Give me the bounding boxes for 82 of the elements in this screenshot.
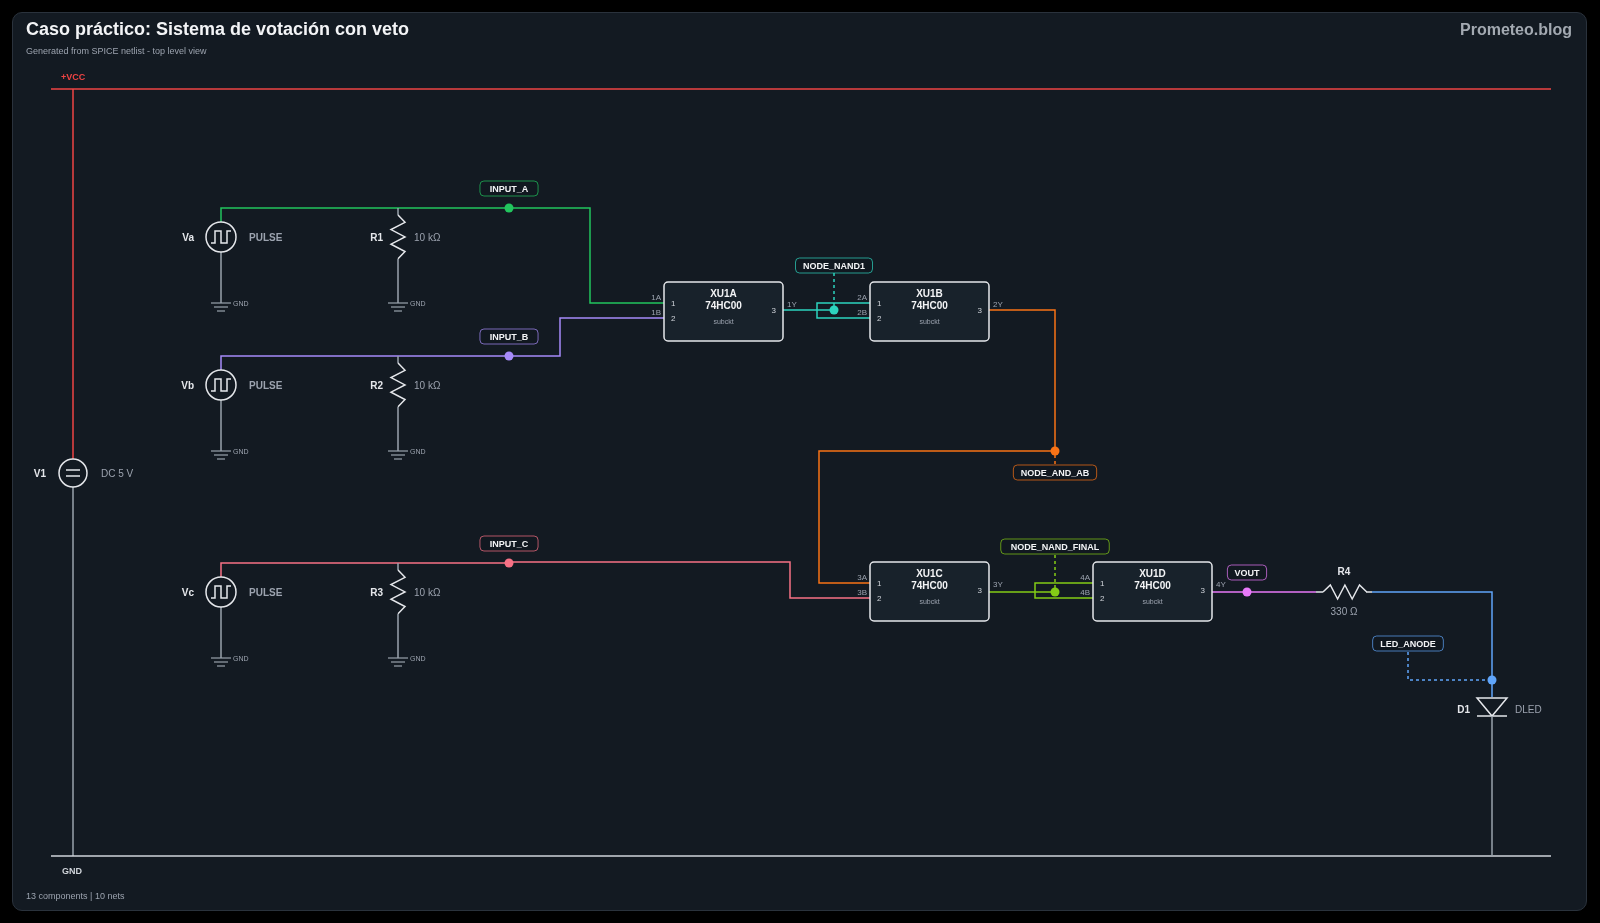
wire — [220, 251, 222, 304]
component-value: 10 kΩ — [414, 232, 441, 243]
wire — [220, 399, 222, 452]
pin-label: 2A — [857, 293, 867, 302]
ground-icon — [387, 657, 409, 667]
component-ref: D1 — [1457, 704, 1470, 715]
pin-number: 1 — [1100, 579, 1105, 588]
pin-number: 1 — [877, 299, 882, 308]
pin-label: 2Y — [993, 300, 1003, 309]
pin-label: 1A — [651, 293, 661, 302]
component-ref: Vb — [181, 380, 194, 391]
pin-label: 1B — [651, 308, 661, 317]
component-ref: R1 — [370, 232, 383, 243]
pin-number: 3 — [977, 586, 982, 595]
ground-icon — [210, 302, 232, 312]
component-ref: R4 — [1337, 566, 1351, 577]
net-label: INPUT_C — [479, 535, 539, 552]
gate-ref: XU1B — [916, 288, 943, 299]
resistor-symbol — [389, 214, 407, 260]
pin-number: 3 — [771, 306, 776, 315]
part-number: 74HC00 — [1134, 580, 1171, 591]
ground-icon — [210, 657, 232, 667]
component-value: DLED — [1515, 704, 1542, 715]
net-label: LED_ANODE — [1372, 635, 1444, 652]
component-value: PULSE — [249, 380, 283, 391]
ground-icon — [387, 302, 409, 312]
component-value: 10 kΩ — [414, 380, 441, 391]
pulse-source-symbol — [205, 221, 237, 253]
ground-icon — [387, 450, 409, 460]
pin-label: 4Y — [1216, 580, 1226, 589]
net-label: VOUT — [1226, 564, 1268, 581]
pin-label: 4B — [1080, 588, 1090, 597]
pulse-source-symbol — [205, 369, 237, 401]
pin-number: 2 — [671, 314, 676, 323]
part-number: 74HC00 — [911, 580, 948, 591]
component-value: PULSE — [249, 232, 283, 243]
pin-label: 4A — [1080, 573, 1090, 582]
component-value: PULSE — [249, 587, 283, 598]
part-number: 74HC00 — [911, 300, 948, 311]
pin-number: 3 — [1200, 586, 1205, 595]
pin-label: 3Y — [993, 580, 1003, 589]
subtitle: Generated from SPICE netlist - top level view — [26, 46, 208, 56]
gate-ref: XU1C — [916, 568, 943, 579]
dc-source-symbol — [58, 458, 88, 488]
net-label: NODE_NAND_FINAL — [1000, 538, 1110, 555]
component-ref: Vc — [181, 587, 194, 598]
resistor-symbol — [389, 362, 407, 408]
pin-label: 3B — [857, 588, 867, 597]
component-ref: Va — [182, 232, 194, 243]
wire — [220, 606, 222, 659]
net-label: NODE_NAND1 — [795, 257, 873, 274]
net-label: INPUT_A — [479, 180, 539, 197]
pin-label: 3A — [857, 573, 867, 582]
pin-number: 2 — [877, 314, 882, 323]
ground-icon — [210, 450, 232, 460]
pin-number: 2 — [1100, 594, 1105, 603]
component-ref: R2 — [370, 380, 383, 391]
net-label: INPUT_B — [479, 328, 539, 345]
pin-number: 1 — [877, 579, 882, 588]
page-title: Caso práctico: Sistema de votación con veto — [26, 19, 410, 40]
brand-name: Prometeo.blog — [1460, 21, 1572, 39]
pin-number: 3 — [977, 306, 982, 315]
resistor-symbol — [389, 569, 407, 615]
pin-number: 2 — [877, 594, 882, 603]
resistor-symbol — [1315, 583, 1373, 601]
pulse-source-symbol — [205, 576, 237, 608]
pin-label: 2B — [857, 308, 867, 317]
pin-number: 1 — [671, 299, 676, 308]
rail-label: GND — [62, 866, 82, 876]
diode-symbol — [1475, 697, 1509, 718]
rail-label: +VCC — [61, 72, 86, 82]
component-value: 330 Ω — [1330, 606, 1358, 617]
net-label: NODE_AND_AB — [1012, 464, 1098, 481]
part-number: 74HC00 — [705, 300, 742, 311]
component-ref: V1 — [33, 468, 46, 479]
component-value: 10 kΩ — [414, 587, 441, 598]
gate-ref: XU1A — [710, 288, 737, 299]
pin-label: 1Y — [787, 300, 797, 309]
gate-ref: XU1D — [1139, 568, 1166, 579]
status-text: 13 components | 10 nets — [25, 891, 126, 903]
component-ref: R3 — [370, 587, 383, 598]
component-value: DC 5 V — [101, 468, 134, 479]
